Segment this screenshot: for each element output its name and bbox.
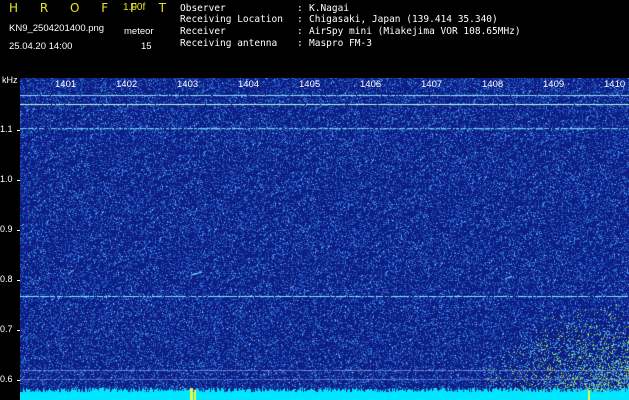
app-logo: H R O F F T (9, 1, 176, 15)
x-tick-label: 1406 (360, 79, 382, 90)
x-tick-label: 1409 (543, 79, 565, 90)
x-tick-label: 1408 (482, 79, 504, 90)
x-tick-label: 1404 (238, 79, 260, 90)
antenna-value: Maspro FM-3 (309, 38, 372, 49)
observation-datetime: 25.04.20 14:00 (9, 41, 73, 52)
location-label: Receiving Location (180, 14, 283, 25)
antenna-label: Receiving antenna (180, 38, 278, 49)
x-tick-label: 1402 (116, 79, 138, 90)
x-tick-label: 1403 (177, 79, 199, 90)
meteor-label: meteor (124, 26, 154, 37)
separator: : (297, 14, 303, 25)
separator: : (297, 3, 303, 14)
observer-value: K.Nagai (309, 3, 350, 14)
x-tick-label: 1405 (299, 79, 321, 90)
app-version: 1.00f (123, 2, 146, 13)
separator: : (297, 38, 303, 49)
observer-label: Observer (180, 3, 226, 14)
image-filename: KN9_2504201400.png (9, 23, 105, 34)
y-axis-unit: kHz (2, 75, 18, 85)
receiver-value: AirSpy mini (Miakejima VOR 108.65MHz) (309, 26, 521, 37)
spectrogram-canvas (20, 78, 629, 400)
meteor-count: 15 (141, 41, 152, 52)
x-tick-label: 1401 (55, 79, 77, 90)
separator: : (297, 26, 303, 37)
location-value: Chigasaki, Japan (139.414 35.340) (309, 14, 498, 25)
spectrogram-plot: 1401 1402 1403 1404 1405 1406 1407 1408 1409 1410 (20, 78, 629, 400)
header-panel: H R O F F T 1.00f KN9_2504201400.png met… (0, 0, 629, 76)
x-tick-label: 1407 (421, 79, 443, 90)
receiver-label: Receiver (180, 26, 226, 37)
x-tick-label: 1410 (604, 79, 626, 90)
